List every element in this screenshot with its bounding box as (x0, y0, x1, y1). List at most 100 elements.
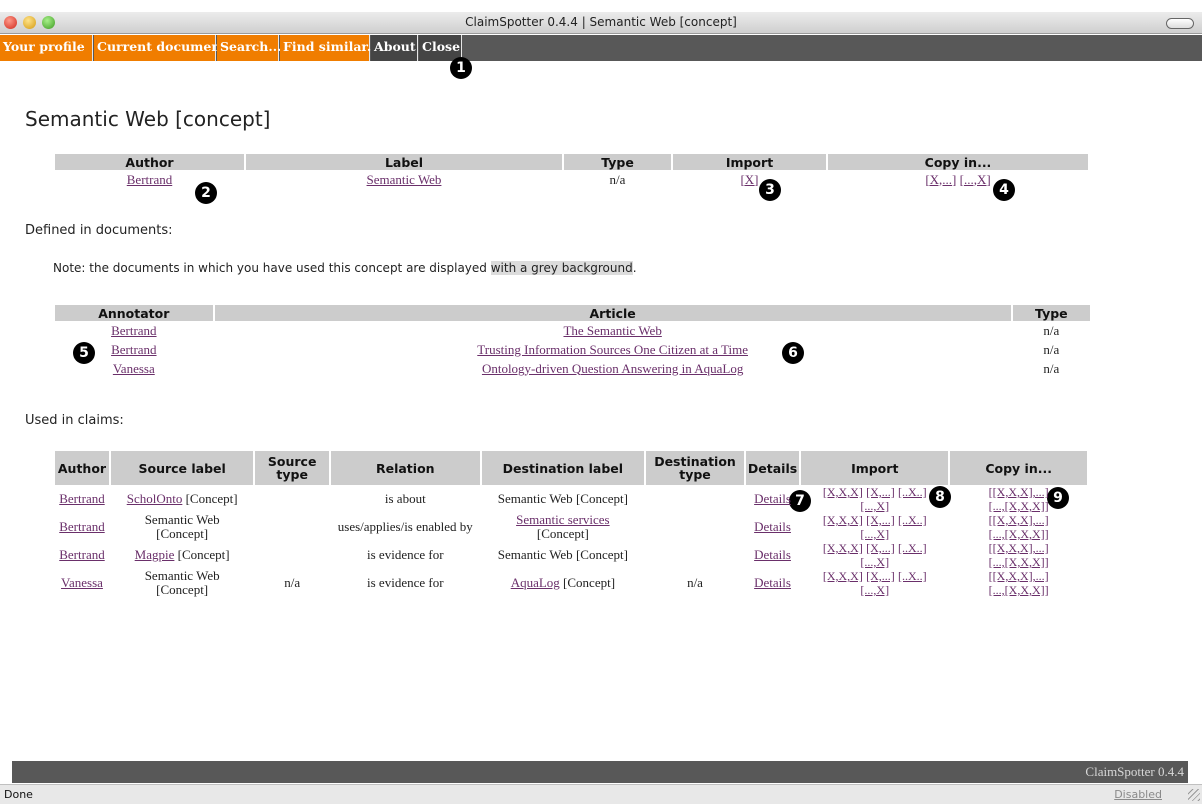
menu-about[interactable]: About (371, 35, 418, 61)
article-link[interactable]: Trusting Information Sources One Citizen… (477, 342, 748, 357)
claim-author-link[interactable]: Bertrand (59, 547, 104, 562)
concept-table-header: Author Label Type Import Copy in... (55, 154, 1088, 170)
copy-last-link[interactable]: [...,[X,X,X]] (989, 583, 1049, 597)
relation-value: is evidence for (367, 575, 444, 590)
copy-last-link[interactable]: [...,[X,X,X]] (989, 499, 1049, 513)
claim-author-link[interactable]: Bertrand (59, 491, 104, 506)
import-last-link[interactable]: [...,X] (860, 583, 889, 597)
destination-label-cell: Semantic services [Concept] (482, 513, 645, 541)
annotator-link[interactable]: Vanessa (113, 361, 155, 376)
copy-last-link[interactable]: [...,X] (960, 172, 991, 187)
column-header-source-type: Source type (255, 451, 329, 485)
note-highlight: with a grey background (490, 261, 633, 275)
claims-heading: Used in claims: (25, 413, 124, 428)
claim-row: Vanessa Semantic Web [Concept] n/a is evi… (55, 569, 1087, 598)
column-header-doc-type: Type (1012, 305, 1090, 321)
copy-last-link[interactable]: [...,[X,X,X]] (989, 555, 1049, 569)
column-header-import: Import (673, 154, 826, 170)
copy-first-link[interactable]: [[X,X,X],...] (989, 485, 1049, 499)
destination-concept-tag: [Concept] (575, 547, 628, 562)
import-first-link[interactable]: [X,...] (866, 569, 895, 583)
details-link[interactable]: Details (754, 491, 791, 506)
grey-background-note: Note: the documents in which you have us… (53, 261, 637, 275)
source-type-value (255, 513, 329, 541)
doc-type-value: n/a (1043, 360, 1060, 376)
claim-import-cell: [X,X,X] [X,...] [..X..] [...,X] (801, 541, 948, 569)
claim-row: Bertrand Magpie [Concept] is evidence fo… (55, 541, 1087, 569)
destination-label-cell: Semantic Web [Concept] (482, 485, 645, 513)
menu-search[interactable]: Search... (217, 35, 281, 61)
relation-value: uses/applies/is enabled by (337, 519, 473, 534)
copy-first-link[interactable]: [[X,X,X],...] (989, 569, 1049, 583)
destination-label-cell: AquaLog [Concept] (482, 569, 645, 597)
import-xxx-link[interactable]: [X,X,X] (823, 541, 863, 555)
destination-type-value (646, 541, 744, 569)
claim-row: Bertrand ScholOnto [Concept] is about Se… (55, 485, 1087, 513)
destination-link[interactable]: Semantic services (516, 512, 610, 527)
source-text: Semantic Web (144, 512, 220, 527)
import-first-link[interactable]: [X,...] (866, 541, 895, 555)
claim-author-link[interactable]: Vanessa (61, 575, 103, 590)
annotator-link[interactable]: Bertrand (111, 342, 156, 357)
footer-bar: ClaimSpotter 0.4.4 (12, 761, 1188, 783)
page-title: Semantic Web [concept] (25, 107, 271, 131)
article-link[interactable]: The Semantic Web (563, 323, 661, 338)
import-middle-link[interactable]: [..X..] (898, 569, 927, 583)
details-link[interactable]: Details (754, 575, 791, 590)
column-header-article: Article (214, 305, 1011, 321)
destination-concept-tag: [Concept] (536, 526, 589, 541)
copy-last-link[interactable]: [...,[X,X,X]] (989, 527, 1049, 541)
article-link[interactable]: Ontology-driven Question Answering in Aq… (482, 361, 743, 376)
menu-your-profile[interactable]: Your profile (0, 35, 93, 61)
import-xxx-link[interactable]: [X,X,X] (823, 485, 863, 499)
source-concept-tag: [Concept] (177, 547, 230, 562)
details-link[interactable]: Details (754, 519, 791, 534)
doc-type-value: n/a (1043, 341, 1060, 357)
resize-grip-icon[interactable] (1188, 789, 1200, 801)
claim-row: Bertrand Semantic Web [Concept] uses/appl… (55, 512, 1087, 542)
annotator-link[interactable]: Bertrand (111, 323, 156, 338)
details-link[interactable]: Details (754, 547, 791, 562)
note-prefix: Note: the documents in which you have us… (53, 261, 491, 275)
import-last-link[interactable]: [...,X] (860, 555, 889, 569)
import-middle-link[interactable]: [..X..] (898, 541, 927, 555)
source-label-cell: ScholOnto [Concept] (111, 485, 253, 513)
copy-first-link[interactable]: [[X,X,X],...] (989, 513, 1049, 527)
window-titlebar: ClaimSpotter 0.4.4 | Semantic Web [conce… (0, 12, 1202, 34)
destination-link[interactable]: AquaLog (511, 575, 560, 590)
concept-table: Author Label Type Import Copy in... Bert… (53, 154, 1090, 189)
copy-first-link[interactable]: [X,...] (925, 172, 956, 187)
column-header-details: Details (745, 451, 800, 485)
column-header-annotator: Annotator (55, 305, 213, 321)
import-xxx-link[interactable]: [X,X,X] (823, 569, 863, 583)
label-link[interactable]: Semantic Web (367, 172, 442, 187)
source-concept-tag: [Concept] (156, 582, 209, 597)
marker-1: 1 (450, 57, 472, 79)
column-header-author: Author (55, 154, 244, 170)
column-header-destination-label: Destination label (481, 451, 645, 485)
copy-first-link[interactable]: [[X,X,X],...] (989, 541, 1049, 555)
import-last-link[interactable]: [...,X] (860, 527, 889, 541)
import-first-link[interactable]: [X,...] (866, 513, 895, 527)
source-link[interactable]: ScholOnto (127, 491, 183, 506)
destination-concept-tag: [Concept] (575, 491, 628, 506)
column-header-relation: Relation (330, 451, 480, 485)
import-xxx-link[interactable]: [X,X,X] (823, 513, 863, 527)
source-type-value (255, 485, 329, 513)
import-first-link[interactable]: [X,...] (866, 485, 895, 499)
import-link[interactable]: [X] (740, 172, 758, 187)
source-link[interactable]: Magpie (135, 547, 175, 562)
source-type-value (255, 541, 329, 569)
status-text: Done (4, 788, 33, 801)
document-row: Bertrand Trusting Information Sources On… (55, 340, 1090, 359)
menu-find-similar[interactable]: Find similar... (280, 35, 380, 61)
destination-type-value (646, 513, 744, 541)
import-middle-link[interactable]: [..X..] (898, 485, 927, 499)
import-last-link[interactable]: [...,X] (860, 499, 889, 513)
claim-author-link[interactable]: Bertrand (59, 519, 104, 534)
author-link[interactable]: Bertrand (127, 172, 172, 187)
toolbar-toggle-icon[interactable] (1166, 18, 1194, 29)
claims-table-header: Author Source label Source type Relation… (55, 451, 1087, 485)
menu-current-document[interactable]: Current document (94, 35, 226, 61)
import-middle-link[interactable]: [..X..] (898, 513, 927, 527)
